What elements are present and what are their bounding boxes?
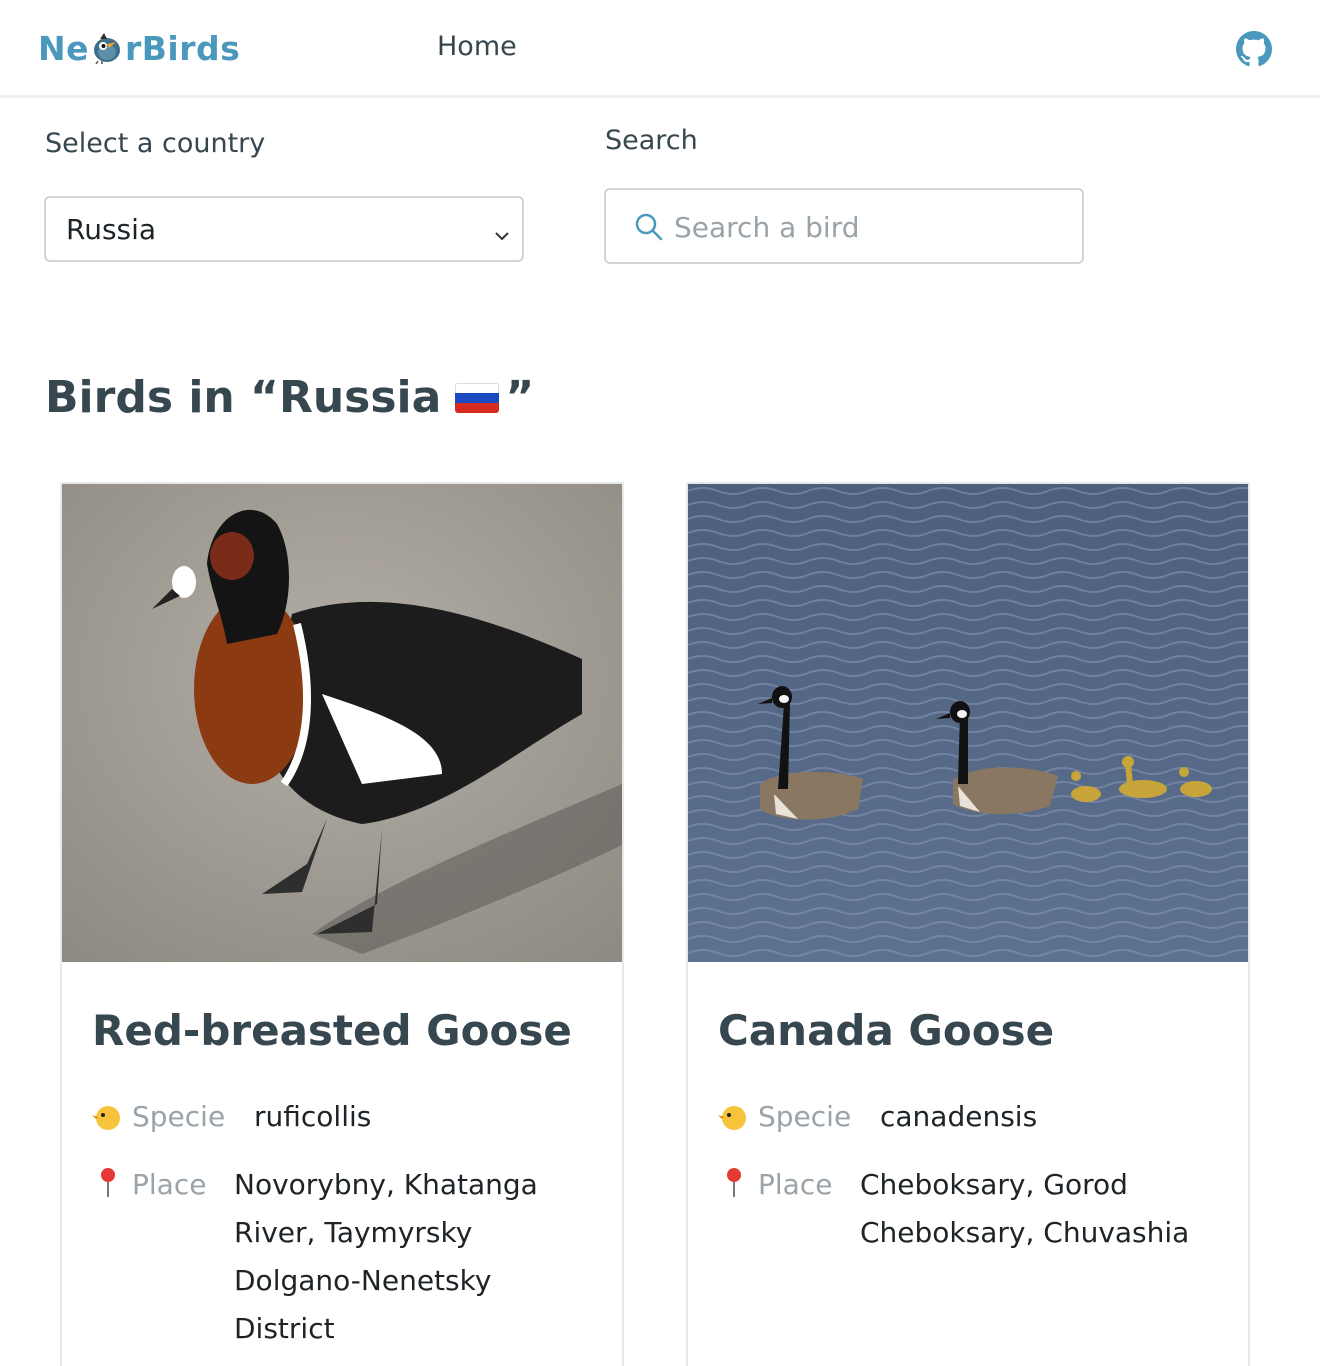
bird-name: Red-breasted Goose xyxy=(92,1006,572,1055)
pin-icon xyxy=(92,1161,132,1209)
search-field xyxy=(604,188,1084,264)
chick-icon xyxy=(718,1093,758,1141)
chick-icon xyxy=(92,1093,132,1141)
country-select-value: Russia xyxy=(66,212,157,246)
specie-value: ruficollis xyxy=(254,1100,372,1133)
bird-photo xyxy=(62,484,622,962)
nav-home-link[interactable]: Home xyxy=(437,31,517,62)
bird-name: Canada Goose xyxy=(718,1006,1055,1055)
chevron-down-icon xyxy=(492,220,512,241)
place-label: Place xyxy=(132,1168,207,1201)
specie-label: Specie xyxy=(132,1100,226,1133)
place-row: Place Novorybny, Khatanga River, Taymyrs… xyxy=(92,1161,564,1353)
nearbirds-logo[interactable]: Ne rBirds xyxy=(38,28,240,68)
page-title-close-quote: ” xyxy=(505,372,535,423)
specie-row: Specie ruficollis xyxy=(92,1093,371,1141)
top-navbar: Ne rBirds Home xyxy=(0,0,1320,98)
place-label: Place xyxy=(758,1168,833,1201)
place-value: Novorybny, Khatanga River, Taymyrsky Dol… xyxy=(234,1168,538,1345)
bird-logo-icon xyxy=(90,31,124,65)
bird-photo xyxy=(688,484,1248,962)
specie-value: canadensis xyxy=(880,1100,1038,1133)
page-title-text: Birds in “Russia xyxy=(45,372,442,423)
specie-label: Specie xyxy=(758,1100,852,1133)
russia-flag-icon xyxy=(455,382,500,413)
place-row: Place Cheboksary, Gorod Cheboksary, Chuv… xyxy=(718,1161,1220,1257)
specie-row: Specie canadensis xyxy=(718,1093,1037,1141)
logo-text-left: Ne xyxy=(38,28,89,68)
country-select[interactable]: Russia xyxy=(44,196,524,262)
github-icon[interactable] xyxy=(1236,31,1272,67)
search-icon xyxy=(634,212,664,242)
logo-text-right: rBirds xyxy=(125,28,241,68)
pin-icon xyxy=(718,1161,758,1209)
search-label: Search xyxy=(605,125,698,156)
country-select-label: Select a country xyxy=(45,128,266,159)
search-input[interactable] xyxy=(674,204,1064,250)
place-value: Cheboksary, Gorod Cheboksary, Chuvashia xyxy=(860,1168,1190,1249)
page-title: Birds in “Russia ” xyxy=(45,372,534,423)
